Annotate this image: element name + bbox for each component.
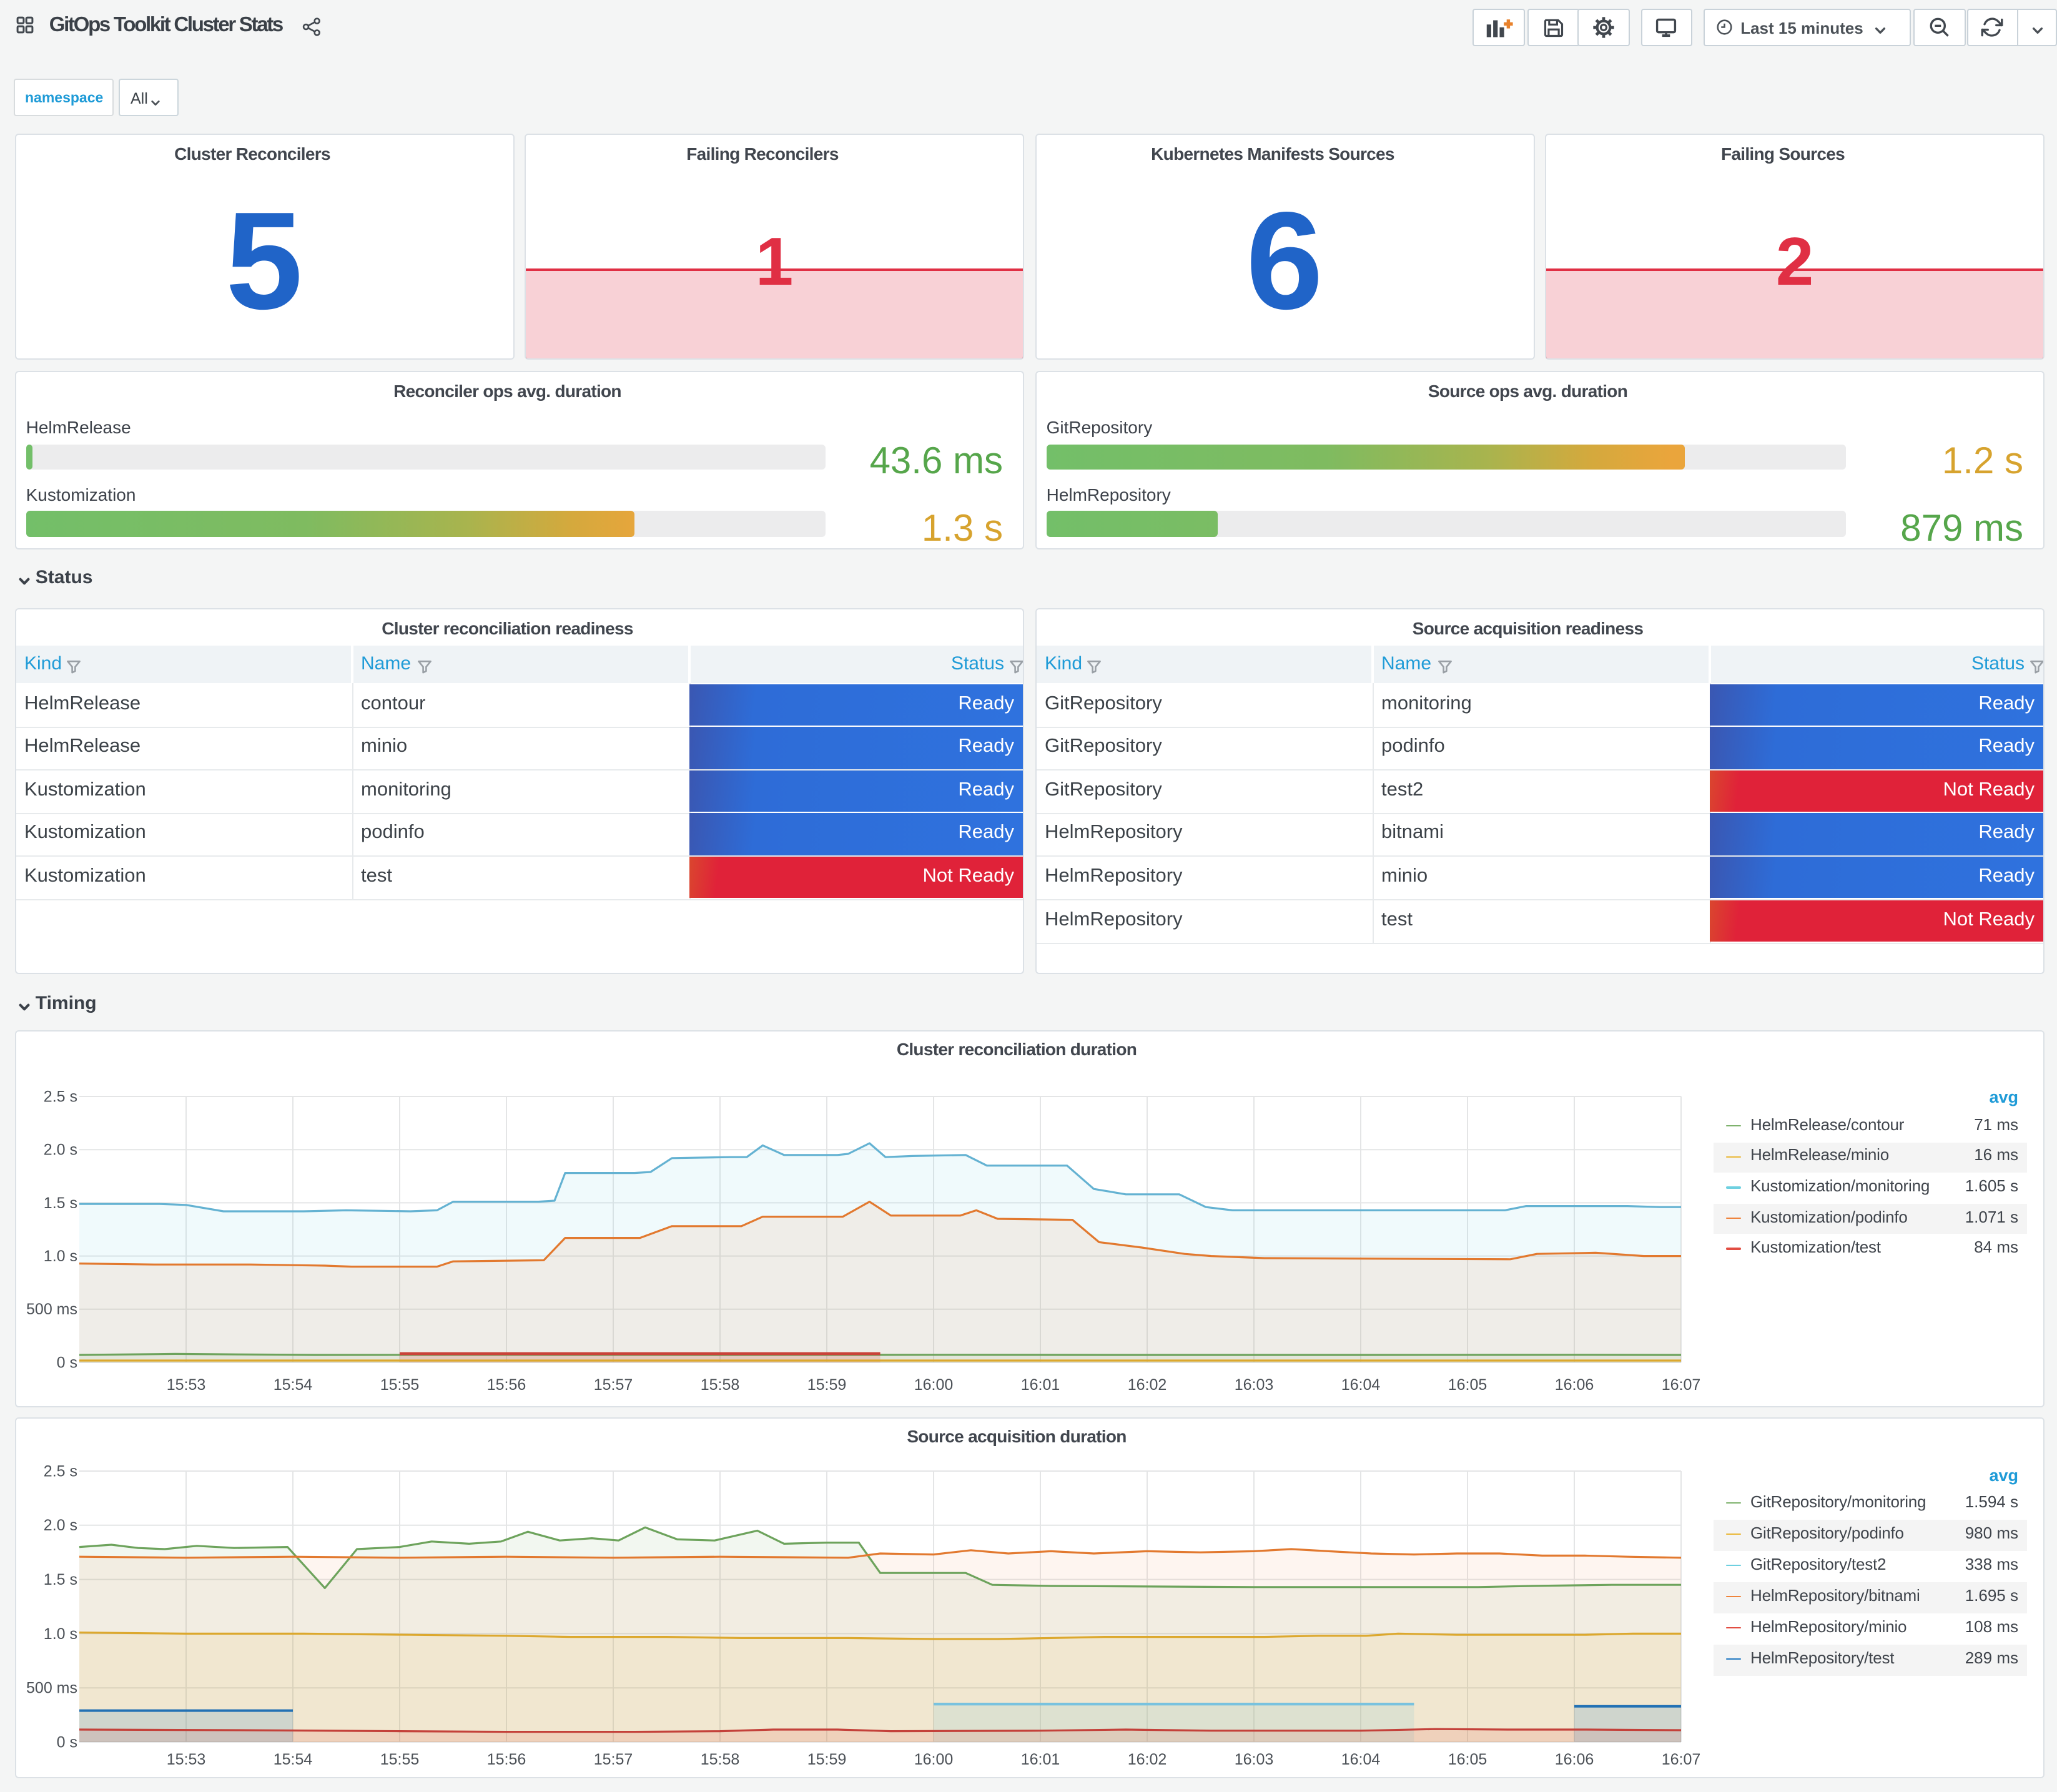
svg-text:16:00: 16:00 bbox=[914, 1751, 954, 1768]
svg-text:0 s: 0 s bbox=[57, 1733, 77, 1751]
svg-text:15:53: 15:53 bbox=[167, 1376, 206, 1394]
svg-text:2.0 s: 2.0 s bbox=[44, 1141, 77, 1159]
svg-text:16:05: 16:05 bbox=[1448, 1751, 1487, 1768]
svg-text:1.5 s: 1.5 s bbox=[44, 1571, 77, 1588]
svg-text:1.0 s: 1.0 s bbox=[44, 1248, 77, 1265]
svg-text:16:04: 16:04 bbox=[1341, 1376, 1381, 1394]
svg-text:16:00: 16:00 bbox=[914, 1376, 954, 1394]
svg-text:16:01: 16:01 bbox=[1021, 1376, 1060, 1394]
svg-text:15:54: 15:54 bbox=[274, 1376, 313, 1394]
svg-text:2.0 s: 2.0 s bbox=[44, 1517, 77, 1534]
svg-text:15:59: 15:59 bbox=[807, 1376, 847, 1394]
svg-text:16:03: 16:03 bbox=[1235, 1376, 1274, 1394]
svg-text:16:02: 16:02 bbox=[1128, 1751, 1167, 1768]
svg-text:16:01: 16:01 bbox=[1021, 1751, 1060, 1768]
svg-text:1.5 s: 1.5 s bbox=[44, 1194, 77, 1212]
svg-text:15:54: 15:54 bbox=[274, 1751, 313, 1768]
svg-text:16:06: 16:06 bbox=[1555, 1751, 1594, 1768]
svg-text:15:56: 15:56 bbox=[487, 1751, 526, 1768]
svg-text:15:56: 15:56 bbox=[487, 1376, 526, 1394]
svg-text:16:05: 16:05 bbox=[1448, 1376, 1487, 1394]
svg-text:500 ms: 500 ms bbox=[26, 1680, 77, 1697]
svg-text:16:07: 16:07 bbox=[1662, 1751, 1701, 1768]
svg-text:15:55: 15:55 bbox=[380, 1751, 420, 1768]
svg-text:15:57: 15:57 bbox=[594, 1376, 633, 1394]
svg-text:15:57: 15:57 bbox=[594, 1751, 633, 1768]
svg-text:2.5 s: 2.5 s bbox=[44, 1088, 77, 1105]
svg-text:16:02: 16:02 bbox=[1128, 1376, 1167, 1394]
svg-text:16:03: 16:03 bbox=[1235, 1751, 1274, 1768]
svg-text:16:06: 16:06 bbox=[1555, 1376, 1594, 1394]
svg-text:500 ms: 500 ms bbox=[26, 1301, 77, 1318]
svg-text:1.0 s: 1.0 s bbox=[44, 1625, 77, 1643]
svg-text:16:07: 16:07 bbox=[1662, 1376, 1701, 1394]
svg-text:15:58: 15:58 bbox=[701, 1376, 740, 1394]
svg-text:0 s: 0 s bbox=[57, 1354, 77, 1371]
svg-text:15:59: 15:59 bbox=[807, 1751, 847, 1768]
svg-text:16:04: 16:04 bbox=[1341, 1751, 1381, 1768]
svg-text:2.5 s: 2.5 s bbox=[44, 1462, 77, 1480]
svg-text:15:58: 15:58 bbox=[701, 1751, 740, 1768]
svg-text:15:53: 15:53 bbox=[167, 1751, 206, 1768]
svg-text:15:55: 15:55 bbox=[380, 1376, 420, 1394]
